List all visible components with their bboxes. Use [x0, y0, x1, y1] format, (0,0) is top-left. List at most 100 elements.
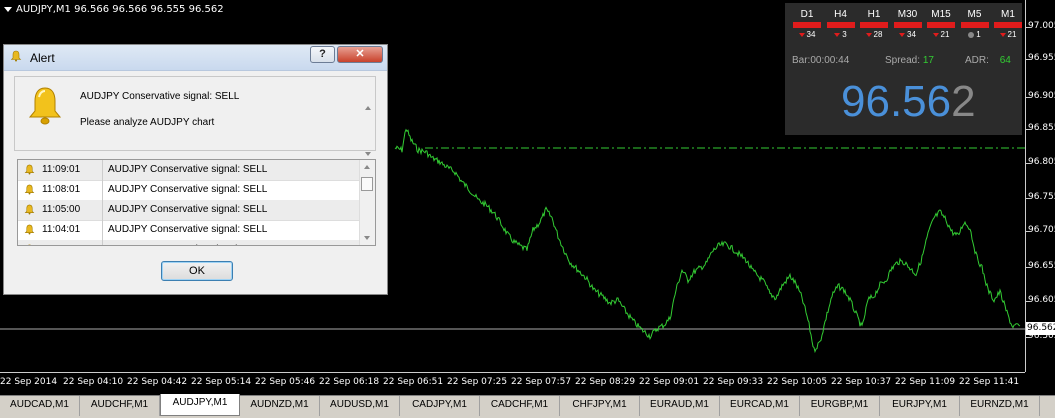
dialog-title: Alert [30, 51, 55, 65]
neutral-dot-icon [968, 32, 975, 38]
alert-list-row[interactable]: 11:05:00 AUDJPY Conservative signal: SELL [18, 200, 360, 221]
dialog-title-bar[interactable]: Alert ? ✕ [4, 45, 387, 71]
chart-tab-audcad-m1[interactable]: AUDCAD,M1 [0, 396, 80, 416]
triangle-down-icon [4, 6, 12, 12]
alert-list-row[interactable]: 11:09:01 AUDJPY Conservative signal: SELL [18, 160, 360, 181]
price-axis-label: 96.755 [1028, 192, 1055, 202]
timeframe-signal-value: 34 [907, 30, 916, 39]
timeframe-signal: 3 [827, 30, 855, 39]
column-separator [102, 220, 103, 240]
chart-tab-audnzd-m1[interactable]: AUDNZD,M1 [240, 396, 320, 416]
timeframe-signal-bar [927, 22, 955, 28]
bell-icon [28, 244, 31, 245]
time-axis-label: 22 Sep 2014 [0, 377, 58, 387]
chart-tab-audjpy-m1[interactable]: AUDJPY,M1 [160, 394, 240, 416]
time-axis-label: 22 Sep 09:01 [639, 377, 700, 387]
chart-tab-audusd-m1[interactable]: AUDUSD,M1 [320, 396, 400, 416]
price-axis-tick [1025, 129, 1029, 130]
close-button[interactable]: ✕ [337, 46, 383, 63]
price-axis-label: 96.955 [1028, 53, 1055, 63]
chart-tab-cadjpy-m1[interactable]: CADJPY,M1 [400, 396, 480, 416]
price-axis-tick [1025, 163, 1029, 164]
column-separator [102, 240, 103, 245]
price-axis-tick [1025, 231, 1029, 232]
timeframe-signal: 21 [994, 30, 1022, 39]
column-separator [102, 160, 103, 180]
timeframe-signal-bar [893, 22, 922, 28]
scroll-thumb[interactable] [361, 177, 373, 191]
bar-timer: Bar:00:00:44 [792, 55, 850, 66]
time-axis-label: 22 Sep 09:33 [703, 377, 764, 387]
time-axis-label: 22 Sep 06:51 [383, 377, 444, 387]
chart-tab-eurnzd-m1[interactable]: EURNZD,M1 [960, 396, 1040, 416]
arrow-down-icon [999, 33, 1006, 37]
list-scrollbar[interactable] [359, 160, 375, 245]
bell-icon [10, 50, 22, 62]
chart-tab-chfjpy-m1[interactable]: CHFJPY,M1 [560, 396, 640, 416]
big-price-display: 96.562 [841, 77, 976, 126]
timeframe-signal-bar [826, 22, 855, 28]
message-scrollbar[interactable] [361, 77, 375, 156]
timeframe-d1: D1 34 [793, 9, 821, 39]
bell-icon [24, 224, 35, 235]
timeframe-signal-bar [793, 22, 821, 28]
timeframe-m1: M1 21 [994, 9, 1022, 39]
timeframe-m30: M30 34 [893, 9, 922, 39]
ok-button[interactable]: OK [161, 261, 233, 281]
time-axis-label: 22 Sep 07:57 [511, 377, 572, 387]
timeframe-h4: H4 3 [826, 9, 855, 39]
scroll-down-arrow-icon[interactable] [364, 236, 370, 240]
price-axis-tick [1025, 267, 1029, 268]
chart-tab-eurcad-m1[interactable]: EURCAD,M1 [720, 396, 800, 416]
column-separator [102, 180, 103, 200]
column-separator [102, 200, 103, 220]
timeframe-signal-value: 1 [976, 30, 981, 39]
price-axis-label: 96.905 [1028, 91, 1055, 101]
arrow-down-icon [798, 33, 805, 37]
timeframe-name: M30 [897, 9, 918, 20]
scroll-up-arrow-icon[interactable] [364, 165, 370, 169]
chart-tab-eurgbp-m1[interactable]: EURGBP,M1 [800, 396, 880, 416]
alert-message: AUDJPY Conservative signal: SELL [108, 204, 268, 215]
timeframe-name: D1 [800, 9, 814, 20]
price-axis-tick [1025, 337, 1029, 338]
timeframe-signal-bar [960, 22, 989, 28]
symbol-header: AUDJPY,M1 96.566 96.566 96.555 96.562 [4, 4, 224, 15]
chart-tab-euraud-m1[interactable]: EURAUD,M1 [640, 396, 720, 416]
price-axis-tick [1025, 27, 1029, 28]
alert-message-box: AUDJPY Conservative signal: SELL Please … [14, 76, 376, 156]
alert-time: 11:08:01 [42, 184, 81, 195]
price-axis-label: 96.705 [1028, 225, 1055, 235]
alert-message: AUDJPY Conservative signal: SELL [108, 224, 268, 235]
alert-list-row[interactable]: 11:08:01 AUDJPY Conservative signal: SELL [18, 180, 360, 201]
alert-message-body: Please analyze AUDJPY chart [80, 117, 215, 128]
alert-history-list[interactable]: 11:09:01 AUDJPY Conservative signal: SELL… [17, 159, 376, 246]
alert-dialog: Alert ? ✕ AUDJPY Conservative signal: SE… [3, 44, 388, 295]
price-axis-label: 96.605 [1028, 295, 1055, 305]
help-button[interactable]: ? [310, 46, 335, 63]
arrow-down-icon [899, 33, 906, 37]
price-axis-tick [1025, 301, 1029, 302]
timeframe-signal-value: 34 [806, 30, 816, 39]
timeframe-signal-value: 3 [842, 30, 847, 39]
time-axis-label: 22 Sep 05:46 [255, 377, 316, 387]
alert-time: 11:04:01 [42, 224, 81, 235]
chart-tab-bar: AUDCAD,M1 AUDCHF,M1 AUDJPY,M1 AUDNZD,M1 AUDU… [0, 394, 1055, 418]
time-axis-label: 22 Sep 08:29 [575, 377, 636, 387]
timeframe-signal-value: 21 [940, 30, 950, 39]
chart-tab-eurjpy-m1[interactable]: EURJPY,M1 [880, 396, 960, 416]
timeframe-signal: 21 [927, 30, 955, 39]
time-axis-label: 22 Sep 04:42 [127, 377, 188, 387]
time-axis-label: 22 Sep 11:09 [895, 377, 956, 387]
price-line [394, 128, 1021, 354]
time-axis [0, 372, 1025, 373]
alert-list-row[interactable]: 11:04:01 AUDJPY Conservative signal: SELL [18, 220, 360, 241]
chart-tab-cadchf-m1[interactable]: CADCHF,M1 [480, 396, 560, 416]
scroll-up-arrow-icon[interactable] [365, 106, 371, 110]
alert-message-title: AUDJPY Conservative signal: SELL [80, 91, 240, 102]
timeframe-signal-value: 28 [873, 30, 883, 39]
timeframe-name: H1 [867, 9, 881, 20]
alert-list-row[interactable]: 11:02:59 AUDJPY Conservative signal: SELL [18, 240, 360, 245]
scroll-down-arrow-icon[interactable] [365, 152, 371, 156]
chart-tab-audchf-m1[interactable]: AUDCHF,M1 [80, 396, 160, 416]
